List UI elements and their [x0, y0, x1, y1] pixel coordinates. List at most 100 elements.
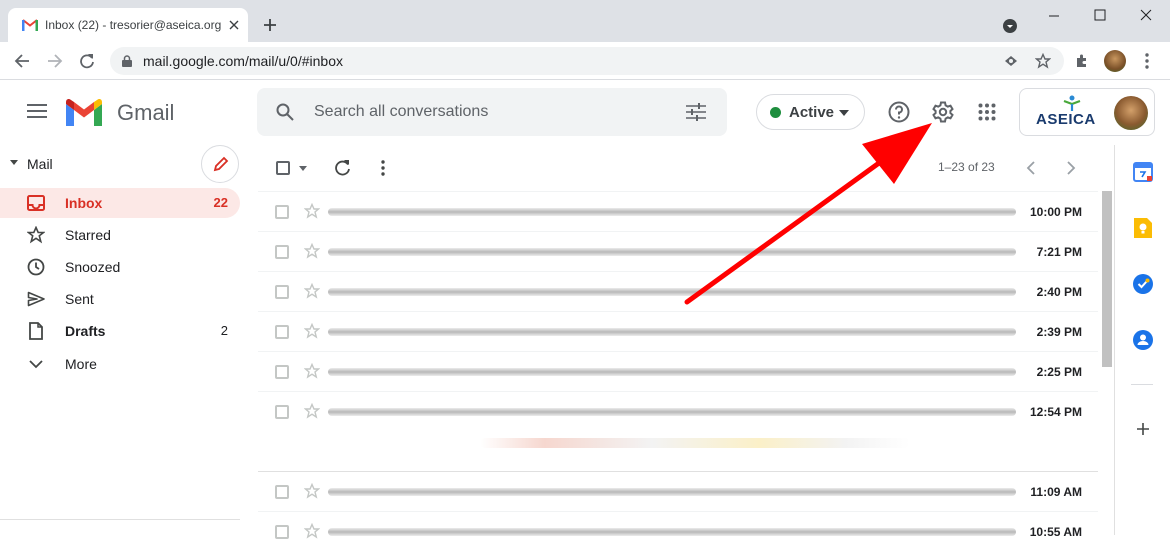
- tab-title: Inbox (22) - tresorier@aseica.org: [45, 18, 222, 32]
- row-checkbox[interactable]: [275, 525, 289, 539]
- sidebar-item-label: Snoozed: [65, 259, 121, 275]
- profile-avatar[interactable]: [1104, 50, 1126, 72]
- forward-icon[interactable]: [47, 53, 63, 69]
- bookmark-star-icon[interactable]: [1035, 53, 1051, 69]
- table-row[interactable]: 2:25 PM: [258, 351, 1098, 391]
- contacts-icon[interactable]: [1133, 330, 1153, 350]
- redacted-message-content: [328, 368, 1016, 376]
- keep-icon[interactable]: [1134, 218, 1152, 238]
- new-tab-icon[interactable]: [263, 18, 277, 32]
- message-time: 10:55 AM: [1029, 525, 1082, 539]
- table-row[interactable]: 12:54 PM: [258, 391, 1098, 471]
- row-checkbox[interactable]: [275, 285, 289, 299]
- browser-toolbar: mail.google.com/mail/u/0/#inbox: [0, 42, 1170, 80]
- star-icon[interactable]: [304, 363, 320, 379]
- select-menu-caret-icon[interactable]: [299, 166, 307, 171]
- older-page-icon[interactable]: [1067, 161, 1076, 175]
- browser-menu-icon[interactable]: [1145, 53, 1149, 69]
- account-switcher[interactable]: ASEICA: [1019, 88, 1155, 136]
- newer-page-icon[interactable]: [1026, 161, 1035, 175]
- message-time: 12:54 PM: [1029, 405, 1082, 419]
- maximize-icon[interactable]: [1094, 9, 1106, 21]
- compose-button[interactable]: [201, 145, 239, 183]
- message-time: 2:39 PM: [1036, 325, 1082, 339]
- redacted-message-content: [328, 488, 1016, 496]
- row-checkbox[interactable]: [275, 245, 289, 259]
- sidebar-item-sent[interactable]: Sent: [0, 284, 240, 314]
- pagination-range: 1–23 of 23: [938, 160, 995, 174]
- star-icon[interactable]: [304, 523, 320, 539]
- gmail-logo-icon[interactable]: [66, 99, 102, 126]
- sidebar-item-starred[interactable]: Starred: [0, 220, 240, 250]
- message-time: 10:00 PM: [1029, 205, 1082, 219]
- send-icon: [27, 291, 45, 307]
- search-icon[interactable]: [276, 103, 294, 121]
- main-menu-icon[interactable]: [27, 104, 47, 118]
- row-checkbox[interactable]: [275, 325, 289, 339]
- add-addon-icon[interactable]: [1136, 422, 1150, 436]
- table-row[interactable]: 10:00 PM: [258, 191, 1098, 231]
- sidebar-item-more[interactable]: More: [0, 349, 240, 379]
- star-icon[interactable]: [304, 283, 320, 299]
- rail-divider: [1131, 384, 1153, 385]
- org-name: ASEICA: [1036, 111, 1096, 128]
- list-scrollbar[interactable]: [1102, 191, 1112, 367]
- refresh-icon[interactable]: [334, 159, 351, 176]
- tab-search-icon[interactable]: [1002, 18, 1018, 34]
- tasks-icon[interactable]: [1133, 274, 1153, 294]
- star-icon: [27, 226, 45, 244]
- lock-icon[interactable]: [122, 55, 132, 67]
- status-dot-icon: [770, 107, 781, 118]
- search-input[interactable]: Search all conversations: [314, 103, 488, 121]
- browser-tab[interactable]: Inbox (22) - tresorier@aseica.org: [8, 8, 248, 42]
- apps-grid-icon[interactable]: [978, 103, 996, 121]
- row-checkbox[interactable]: [275, 405, 289, 419]
- reload-icon[interactable]: [79, 53, 95, 69]
- table-row[interactable]: 10:55 AM: [258, 511, 1098, 551]
- row-checkbox[interactable]: [275, 485, 289, 499]
- draft-icon: [29, 322, 43, 340]
- sidebar-item-label: Sent: [65, 291, 94, 307]
- select-all-checkbox[interactable]: [276, 161, 290, 175]
- star-icon[interactable]: [304, 483, 320, 499]
- clock-icon: [27, 258, 45, 276]
- table-row[interactable]: 2:39 PM: [258, 311, 1098, 351]
- close-window-icon[interactable]: [1140, 9, 1152, 21]
- sidebar-item-snoozed[interactable]: Snoozed: [0, 252, 240, 282]
- row-checkbox[interactable]: [275, 205, 289, 219]
- more-actions-icon[interactable]: [381, 160, 385, 176]
- search-options-icon[interactable]: [686, 103, 706, 121]
- section-collapse-icon[interactable]: [10, 160, 18, 166]
- close-tab-icon[interactable]: [229, 20, 239, 30]
- star-icon[interactable]: [304, 243, 320, 259]
- row-checkbox[interactable]: [275, 365, 289, 379]
- sidebar-item-drafts[interactable]: Drafts 2: [0, 316, 240, 346]
- extensions-icon[interactable]: [1074, 53, 1090, 69]
- redacted-message-content: [328, 328, 1016, 336]
- privacy-eye-icon[interactable]: [1004, 54, 1018, 68]
- table-row[interactable]: 2:40 PM: [258, 271, 1098, 311]
- sidebar-item-label: More: [65, 356, 97, 372]
- browser-tab-strip: Inbox (22) - tresorier@aseica.org: [0, 0, 1170, 42]
- url-text: mail.google.com/mail/u/0/#inbox: [143, 53, 343, 69]
- sidebar-item-label: Drafts: [65, 323, 106, 339]
- star-icon[interactable]: [304, 323, 320, 339]
- minimize-icon[interactable]: [1048, 10, 1060, 22]
- star-icon[interactable]: [304, 203, 320, 219]
- star-icon[interactable]: [304, 403, 320, 419]
- calendar-icon[interactable]: [1133, 162, 1153, 182]
- table-row[interactable]: 7:21 PM: [258, 231, 1098, 271]
- message-time: 2:25 PM: [1036, 365, 1082, 379]
- annotation-arrow-icon: [684, 123, 932, 305]
- gmail-favicon-icon: [22, 19, 38, 31]
- account-avatar[interactable]: [1114, 96, 1148, 130]
- sidebar-item-inbox[interactable]: Inbox 22: [0, 188, 240, 218]
- table-row[interactable]: 11:09 AM: [258, 471, 1098, 511]
- search-bar[interactable]: Search all conversations: [257, 88, 727, 136]
- message-time: 2:40 PM: [1036, 285, 1082, 299]
- sidebar-divider: [0, 519, 240, 520]
- address-bar[interactable]: mail.google.com/mail/u/0/#inbox: [110, 47, 1064, 75]
- chevron-down-icon: [29, 360, 43, 369]
- back-icon[interactable]: [14, 53, 30, 69]
- sidebar-item-label: Starred: [65, 227, 111, 243]
